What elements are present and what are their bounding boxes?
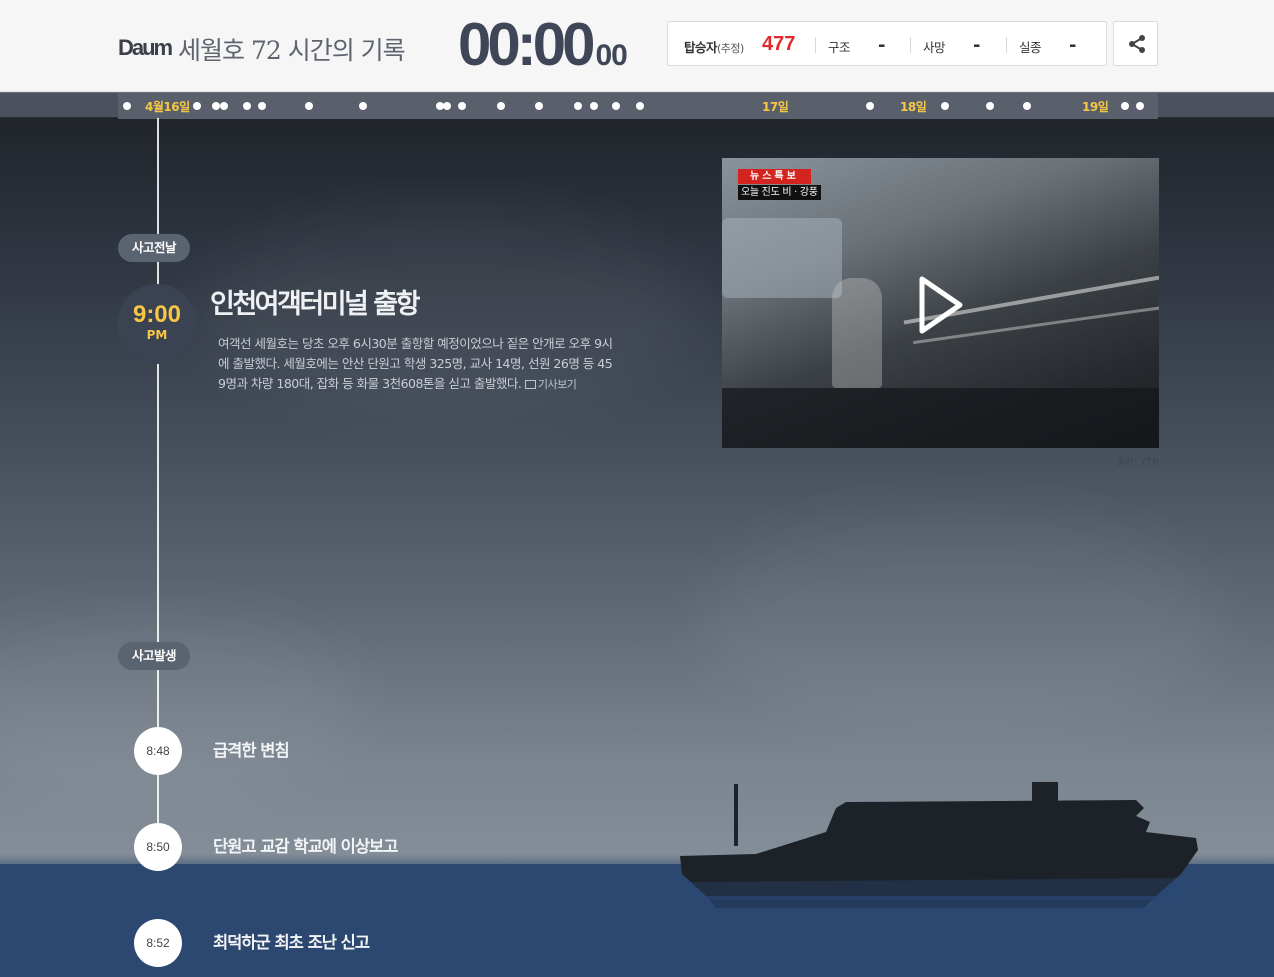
stat-value: -: [878, 35, 886, 56]
timebar-label-18[interactable]: 18일: [900, 98, 927, 115]
timebar-dot[interactable]: [458, 102, 466, 110]
play-icon[interactable]: [916, 274, 966, 336]
timebar-dot[interactable]: [636, 102, 644, 110]
event-time-badge[interactable]: 8:50: [134, 823, 182, 871]
timebar-dot[interactable]: [359, 102, 367, 110]
stat-rescued: 구조 -: [828, 22, 908, 67]
event-description: 여객선 세월호는 당초 오후 6시30분 출항할 예정이었으나 짙은 안개로 오…: [218, 334, 616, 395]
article-link-label: 기사보기: [537, 378, 577, 391]
timebar-dot[interactable]: [535, 102, 543, 110]
share-icon: [1129, 35, 1145, 53]
stat-value: 477: [762, 33, 796, 55]
stat-missing: 실종 -: [1019, 22, 1099, 67]
news-subtitle: 오늘 진도 비 · 강풍: [738, 185, 821, 200]
clock-main: 00:00: [458, 11, 595, 78]
news-video[interactable]: 뉴스특보 오늘 진도 비 · 강풍: [722, 158, 1159, 448]
event-time-badge[interactable]: 8:48: [134, 727, 182, 775]
timebar-dot[interactable]: [305, 102, 313, 110]
news-tag: 뉴스특보: [738, 169, 811, 184]
timebar-dot[interactable]: [258, 102, 266, 110]
phase-badge-accident: 사고발생: [118, 642, 191, 670]
event-title[interactable]: 최덕하군 최초 조난 신고: [213, 929, 370, 953]
event-title[interactable]: 급격한 변침: [213, 737, 290, 761]
timebar-dot[interactable]: [220, 102, 228, 110]
phase-badge-before: 사고전날: [118, 234, 191, 262]
timebar-dot[interactable]: [574, 102, 582, 110]
timebar-label-apr16[interactable]: 4월16일: [145, 98, 190, 115]
event-time-circle: 9:00 PM: [117, 284, 197, 364]
clock-sub: 00: [595, 39, 627, 72]
timebar-dot[interactable]: [612, 102, 620, 110]
timebar-dot[interactable]: [243, 102, 251, 110]
stat-label: 구조: [828, 40, 851, 55]
event-title[interactable]: 단원고 교감 학교에 이상보고: [213, 833, 398, 857]
stat-value: -: [1069, 35, 1077, 56]
header: Daum 세월호 72 시간의 기록 00:00 00 탑승자(추정) 477 구…: [0, 0, 1274, 92]
ship-illustration: [680, 782, 1198, 908]
stat-note: (추정): [717, 42, 744, 55]
share-button[interactable]: [1113, 21, 1158, 66]
stat-label: 탑승자: [684, 40, 718, 55]
countdown-clock: 00:00 00: [458, 10, 628, 79]
timebar-dot[interactable]: [212, 102, 220, 110]
video-source: 출처: YTN: [1116, 457, 1159, 468]
event-title: 인천여객터미널 출항: [210, 289, 420, 320]
timebar-label-17[interactable]: 17일: [762, 98, 789, 115]
timebar-dot[interactable]: [123, 102, 131, 110]
date-timebar: 4월16일 17일 18일 19일: [0, 92, 1274, 119]
timebar-dot[interactable]: [1136, 102, 1144, 110]
timebar-dot[interactable]: [590, 102, 598, 110]
timebar-dot[interactable]: [866, 102, 874, 110]
timeline-scene: 4월16일 17일 18일 19일 사고전날 9:00 PM 인천여객터미널 출…: [0, 92, 1274, 977]
stat-dead: 사망 -: [923, 22, 1003, 67]
timebar-dot[interactable]: [443, 102, 451, 110]
event-time-badge[interactable]: 8:52: [134, 919, 182, 967]
page-title: 세월호 72 시간의 기록: [178, 36, 406, 65]
event-ampm: PM: [146, 328, 168, 342]
external-link-icon: [524, 380, 536, 389]
stat-label: 사망: [923, 40, 946, 55]
stat-passengers: 탑승자(추정) 477: [684, 22, 824, 67]
stat-value: -: [973, 35, 981, 56]
event-time: 9:00: [132, 301, 182, 328]
logo[interactable]: Daum: [118, 35, 173, 61]
timebar-label-19[interactable]: 19일: [1082, 98, 1109, 115]
timebar-dot[interactable]: [941, 102, 949, 110]
timebar-dot[interactable]: [1023, 102, 1031, 110]
timebar-dot[interactable]: [193, 102, 201, 110]
timebar-dot[interactable]: [497, 102, 505, 110]
timebar-dot[interactable]: [986, 102, 994, 110]
article-link[interactable]: 기사보기: [524, 378, 577, 391]
stat-label: 실종: [1019, 40, 1042, 55]
timebar-dot[interactable]: [1121, 102, 1129, 110]
stats-panel: 탑승자(추정) 477 구조 - 사망 - 실종 -: [667, 21, 1107, 66]
